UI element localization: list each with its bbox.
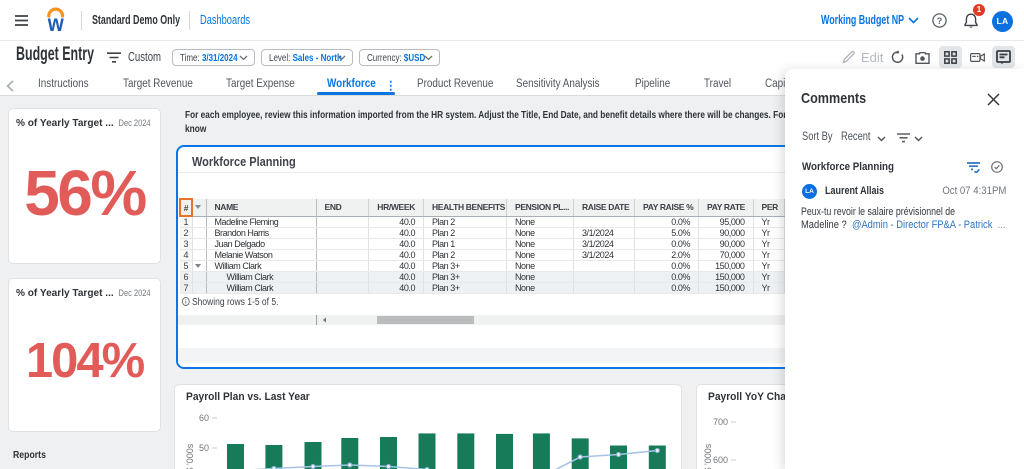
svg-text:50: 50 [199, 443, 209, 453]
svg-text:600: 600 [713, 455, 728, 465]
svg-text:?: ? [937, 16, 943, 26]
svg-text:60: 60 [199, 413, 209, 423]
svg-text:700: 700 [713, 417, 728, 427]
svg-text:US$ '000s: US$ '000s [703, 443, 713, 469]
svg-text:US$ '000s: US$ '000s [185, 443, 195, 469]
svg-text:w: w [47, 10, 64, 33]
